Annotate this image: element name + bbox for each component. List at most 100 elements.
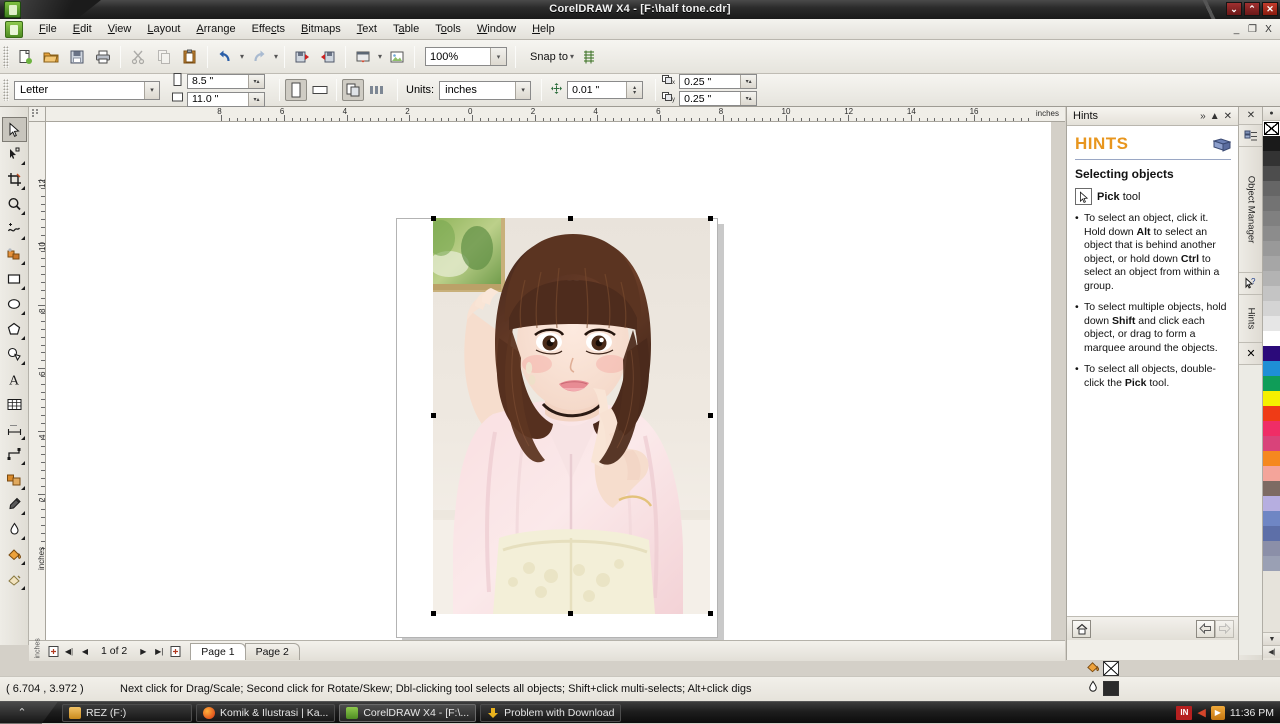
nudge-offset-field[interactable]: 0.01 " ▴▾ xyxy=(567,81,643,99)
menu-effects[interactable]: Effects xyxy=(244,20,293,38)
landscape-orientation-button[interactable] xyxy=(309,79,331,101)
palette-swatch[interactable] xyxy=(1263,391,1280,406)
menu-window[interactable]: Window xyxy=(469,20,524,38)
sidetab-object-manager[interactable]: Object Manager xyxy=(1239,147,1263,273)
doc-minimize-button[interactable]: _ xyxy=(1229,22,1244,37)
interactive-fill-tool-flyout-arrow-icon[interactable] xyxy=(21,586,25,590)
freehand-tool[interactable] xyxy=(2,217,27,242)
zoom-level-dropdown-arrow-icon[interactable]: ▾ xyxy=(490,48,506,65)
menu-edit[interactable]: Edit xyxy=(65,20,100,38)
palette-swatch[interactable] xyxy=(1263,226,1280,241)
cut-button[interactable] xyxy=(126,45,150,69)
selection-handle-mr[interactable] xyxy=(708,413,713,418)
launcher-dropdown-arrow-icon[interactable]: ▾ xyxy=(378,52,382,61)
zoom-level-combo[interactable]: ▾ xyxy=(425,47,507,66)
fill-tool-flyout-arrow-icon[interactable] xyxy=(21,561,25,565)
object-manager-icon[interactable] xyxy=(1239,125,1263,147)
sidetabs-close-button[interactable]: ✕ xyxy=(1239,107,1263,125)
hints-back-button[interactable] xyxy=(1196,620,1215,638)
palette-swatch[interactable] xyxy=(1263,361,1280,376)
toolbar-grip[interactable] xyxy=(3,46,9,68)
language-indicator[interactable]: IN xyxy=(1176,706,1192,720)
palette-scroll-up-icon[interactable]: ● xyxy=(1263,107,1280,121)
selection-handle-tl[interactable] xyxy=(431,216,436,221)
crop-tool-flyout-arrow-icon[interactable] xyxy=(21,186,25,190)
taskbar-item-firefox[interactable]: Komik & Ilustrasi | Ka... xyxy=(196,704,335,722)
menu-arrange[interactable]: Arrange xyxy=(188,20,243,38)
pick-tool[interactable] xyxy=(2,117,27,142)
palette-swatch[interactable] xyxy=(1263,316,1280,331)
redo-dropdown-arrow-icon[interactable]: ▾ xyxy=(274,52,278,61)
shape-tool[interactable] xyxy=(2,142,27,167)
taskbar-clock[interactable]: 11:36 PM xyxy=(1230,707,1274,719)
page-height-spinner[interactable]: ▾▴ xyxy=(248,93,264,106)
palette-swatch[interactable] xyxy=(1263,556,1280,571)
duplicate-y-spinner[interactable]: ▾▴ xyxy=(740,92,756,105)
window-maximize-button[interactable]: ⌃ xyxy=(1244,2,1260,16)
menu-tools[interactable]: Tools xyxy=(427,20,469,38)
freehand-tool-flyout-arrow-icon[interactable] xyxy=(21,236,25,240)
window-close-button[interactable]: ✕ xyxy=(1262,2,1278,16)
print-button[interactable] xyxy=(91,45,115,69)
page-width-spinner[interactable]: ▾▴ xyxy=(248,75,264,88)
window-minimize-button[interactable]: ⌄ xyxy=(1226,2,1242,16)
export-button[interactable] xyxy=(316,45,340,69)
blend-tool-flyout-arrow-icon[interactable] xyxy=(21,486,25,490)
doc-restore-button[interactable]: ❐ xyxy=(1245,22,1260,37)
shape-tool-flyout-arrow-icon[interactable] xyxy=(21,161,25,165)
ellipse-tool[interactable] xyxy=(2,292,27,317)
polygon-tool[interactable] xyxy=(2,317,27,342)
connector-tool-flyout-arrow-icon[interactable] xyxy=(21,461,25,465)
palette-swatch[interactable] xyxy=(1263,181,1280,196)
save-document-button[interactable] xyxy=(65,45,89,69)
redo-button[interactable] xyxy=(247,45,271,69)
horizontal-ruler[interactable]: 86420246810121416inches xyxy=(29,107,1065,122)
palette-swatch[interactable] xyxy=(1263,196,1280,211)
duplicate-x-spinner[interactable]: ▾▴ xyxy=(740,75,756,88)
docker-collapse-icon[interactable]: » xyxy=(1200,111,1206,122)
copy-button[interactable] xyxy=(152,45,176,69)
vertical-ruler[interactable]: 12108642inches xyxy=(29,122,46,640)
page-tab-2[interactable]: Page 2 xyxy=(245,643,300,660)
docker-close-icon[interactable]: ✕ xyxy=(1224,111,1232,122)
palette-swatch[interactable] xyxy=(1263,271,1280,286)
menu-table[interactable]: Table xyxy=(385,20,427,38)
drawing-canvas[interactable] xyxy=(46,122,1051,640)
snap-to-dropdown-arrow-icon[interactable]: ▾ xyxy=(570,52,574,61)
book-icon[interactable] xyxy=(1213,137,1231,151)
current-page-button[interactable] xyxy=(366,79,388,101)
palette-swatch[interactable] xyxy=(1263,496,1280,511)
menu-text[interactable]: Text xyxy=(349,20,385,38)
duplicate-distance-x-field[interactable]: 0.25 " ▾▴ xyxy=(679,74,757,89)
options-button[interactable] xyxy=(577,45,601,69)
eyedropper-tool-flyout-arrow-icon[interactable] xyxy=(21,511,25,515)
rectangle-tool[interactable] xyxy=(2,267,27,292)
paste-button[interactable] xyxy=(178,45,202,69)
zoom-level-input[interactable] xyxy=(426,48,486,65)
blend-tool[interactable] xyxy=(2,467,27,492)
new-document-button[interactable] xyxy=(13,45,37,69)
palette-swatch[interactable] xyxy=(1263,136,1280,151)
ruler-corner[interactable] xyxy=(29,107,46,122)
palette-swatch[interactable] xyxy=(1263,451,1280,466)
taskbar-item-download[interactable]: Problem with Download xyxy=(480,704,621,722)
outline-color-swatch[interactable] xyxy=(1103,681,1119,696)
interactive-fill-tool[interactable] xyxy=(2,567,27,592)
selection-handle-bl[interactable] xyxy=(431,611,436,616)
taskbar-item-rez[interactable]: REZ (F:) xyxy=(62,704,192,722)
last-page-button[interactable]: ▶| xyxy=(152,644,166,658)
menu-layout[interactable]: Layout xyxy=(139,20,188,38)
table-tool[interactable] xyxy=(2,392,27,417)
fill-tool[interactable] xyxy=(2,542,27,567)
next-page-button[interactable]: ▶ xyxy=(136,644,150,658)
nudge-offset-spinner[interactable]: ▴▾ xyxy=(626,82,642,98)
selection-handle-ml[interactable] xyxy=(431,413,436,418)
import-button[interactable] xyxy=(290,45,314,69)
palette-expand-icon[interactable]: ◀| xyxy=(1263,645,1280,658)
palette-swatch-none[interactable] xyxy=(1263,121,1280,136)
palette-scroll-down-icon[interactable]: ▼ xyxy=(1263,632,1280,645)
snap-to-label[interactable]: Snap to xyxy=(530,51,568,63)
undo-button[interactable] xyxy=(213,45,237,69)
all-pages-button[interactable] xyxy=(342,79,364,101)
menu-view[interactable]: View xyxy=(100,20,140,38)
